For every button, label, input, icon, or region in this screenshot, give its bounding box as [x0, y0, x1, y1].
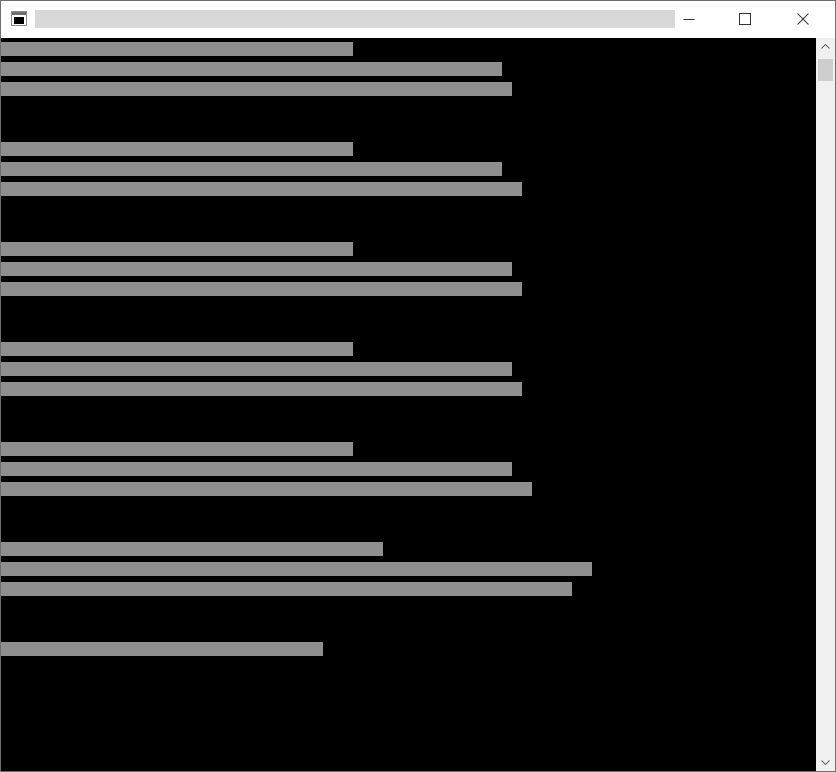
minimize-icon: [683, 19, 695, 20]
console-line: [1, 542, 383, 556]
maximize-icon: [739, 13, 751, 25]
console-line: [1, 242, 353, 256]
window-title: [35, 10, 675, 28]
chevron-up-icon: [821, 44, 830, 49]
console-line: [1, 162, 502, 176]
console-line: [1, 482, 532, 496]
close-icon: [797, 13, 809, 25]
console-output[interactable]: [1, 38, 815, 771]
console-line: [1, 582, 572, 596]
console-app-icon[interactable]: [11, 11, 27, 26]
console-line: [1, 342, 353, 356]
close-button[interactable]: [775, 1, 833, 38]
console-line: [1, 62, 502, 76]
console-line: [1, 82, 512, 96]
console-line: [1, 442, 353, 456]
vertical-scrollbar[interactable]: [816, 38, 835, 771]
console-line: [1, 382, 522, 396]
console-line: [1, 362, 512, 376]
console-line: [1, 42, 353, 56]
console-line: [1, 462, 512, 476]
console-window: [0, 0, 836, 772]
scroll-down-button[interactable]: [816, 754, 835, 771]
console-line: [1, 142, 353, 156]
console-line: [1, 182, 522, 196]
console-line: [1, 562, 592, 576]
scroll-up-button[interactable]: [816, 38, 835, 55]
console-line: [1, 642, 323, 656]
chevron-down-icon: [821, 760, 830, 765]
minimize-button[interactable]: [661, 1, 719, 38]
console-line: [1, 282, 522, 296]
maximize-button[interactable]: [717, 1, 775, 38]
scroll-thumb[interactable]: [818, 59, 833, 81]
title-bar[interactable]: [1, 1, 835, 38]
console-line: [1, 262, 512, 276]
